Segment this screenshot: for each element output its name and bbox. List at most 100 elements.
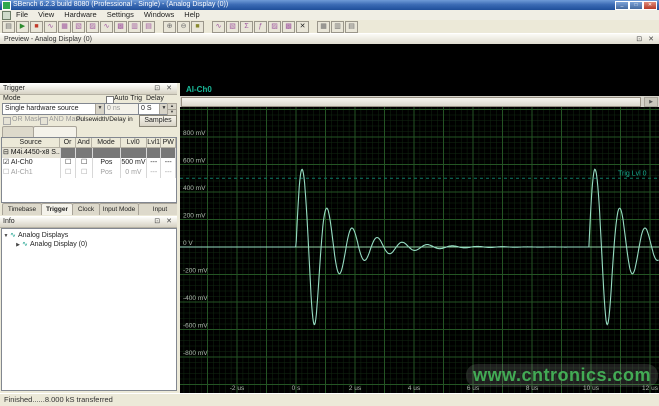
watermark: www.cntronics.com bbox=[466, 364, 658, 387]
function-icon[interactable]: ƒ bbox=[254, 21, 267, 33]
source-cell[interactable]: ☐ AI-Ch1 bbox=[2, 168, 61, 178]
new-file-icon[interactable]: ▤ bbox=[2, 21, 15, 33]
float-icon[interactable]: ⊡ bbox=[154, 85, 162, 92]
source-cell[interactable]: ☑ AI-Ch0 bbox=[2, 158, 61, 168]
tab-timebase[interactable]: Timebase bbox=[2, 203, 42, 215]
menu-item-view[interactable]: View bbox=[33, 10, 59, 20]
scrollbar-thumb[interactable] bbox=[181, 97, 641, 107]
tab-input-channels[interactable]: Input Channels bbox=[138, 203, 182, 215]
table-header-or: Or bbox=[60, 138, 76, 148]
x-tick-label: 0 s bbox=[292, 385, 301, 392]
y-tick-label: 0 V bbox=[183, 240, 193, 247]
tile-windows-icon[interactable]: ▦ bbox=[317, 21, 330, 33]
system-menu-icon[interactable] bbox=[2, 11, 11, 20]
spectrum-display-icon[interactable]: ▧ bbox=[72, 21, 85, 33]
trigger-mode-select[interactable]: Single hardware source ▼ bbox=[2, 103, 105, 115]
fft-icon[interactable]: ▧ bbox=[226, 21, 239, 33]
tree-item-analog-display-0[interactable]: ▶∿Analog Display (0) bbox=[2, 240, 176, 249]
report-display-icon[interactable]: ▤ bbox=[142, 21, 155, 33]
scrollbar-right-arrow[interactable]: ▶ bbox=[644, 97, 658, 107]
sum-analysis-icon[interactable]: Σ bbox=[240, 21, 253, 33]
stop-acquisition-icon[interactable]: ■ bbox=[30, 21, 43, 33]
lvl0-cell: 500 mV bbox=[121, 158, 147, 168]
zoom-in-icon[interactable]: ⊕ bbox=[163, 21, 176, 33]
group-cell bbox=[61, 148, 76, 158]
tab-input-mode[interactable]: Input Mode bbox=[99, 203, 139, 215]
close-icon[interactable]: ✕ bbox=[648, 36, 656, 43]
xy-display-icon[interactable]: ▨ bbox=[86, 21, 99, 33]
left-panel: Trigger ⊡ ✕ Mode Auto Trig Delay Single … bbox=[0, 83, 177, 393]
table-row[interactable]: ☑ AI-Ch0☐☐Pos500 mV------ bbox=[2, 158, 176, 168]
menu-item-windows[interactable]: Windows bbox=[139, 10, 179, 20]
close-button[interactable]: ✕ bbox=[643, 1, 657, 10]
waveform-chart: 800 mV600 mV400 mV200 mV0 V-200 mV-400 m… bbox=[180, 107, 659, 393]
lvl0-cell: 0 mV bbox=[121, 168, 147, 178]
delay-label: Delay bbox=[146, 95, 164, 102]
tree-item-analog-displays[interactable]: ▼∿Analog Displays bbox=[2, 231, 176, 240]
y-tick-label: -400 mV bbox=[183, 295, 208, 302]
y-tick-label: 200 mV bbox=[183, 213, 206, 220]
measure-icon[interactable]: ■ bbox=[191, 21, 204, 33]
group-cell bbox=[121, 148, 147, 158]
chevron-down-icon[interactable]: ▼ bbox=[95, 104, 104, 114]
table-display-icon[interactable]: ▥ bbox=[128, 21, 141, 33]
and-mask-checkbox[interactable] bbox=[40, 117, 48, 125]
table-header-lvl0: Lvl0 bbox=[121, 138, 147, 148]
trigger-level-label: Trig Lvl 0 bbox=[618, 170, 647, 177]
status-text: Finished......8.000 kS transferred bbox=[4, 394, 113, 406]
group-cell bbox=[93, 148, 121, 158]
histogram-display-icon[interactable]: ▩ bbox=[114, 21, 127, 33]
trigger-panel-title: Trigger bbox=[3, 84, 25, 94]
x-tick-label: 2 us bbox=[349, 385, 362, 392]
maximize-button[interactable]: □ bbox=[629, 1, 643, 10]
close-all-icon[interactable]: ✕ bbox=[296, 21, 309, 33]
trigger-panel-header: Trigger ⊡ ✕ bbox=[0, 83, 177, 95]
zoom-out-icon[interactable]: ⊖ bbox=[177, 21, 190, 33]
analog-display-icon[interactable]: ∿ bbox=[44, 21, 57, 33]
delay-samples-select[interactable]: 0 S ▼ bbox=[138, 103, 169, 115]
delay-samples-value: 0 S bbox=[141, 105, 152, 112]
waveform-plot[interactable]: 800 mV600 mV400 mV200 mV0 V-200 mV-400 m… bbox=[180, 107, 659, 393]
or-mask-checkbox[interactable] bbox=[3, 117, 11, 125]
float-icon[interactable]: ⊡ bbox=[154, 218, 162, 225]
menu-item-settings[interactable]: Settings bbox=[102, 10, 139, 20]
menu-item-hardware[interactable]: Hardware bbox=[59, 10, 102, 20]
start-acquisition-icon[interactable]: ▶ bbox=[16, 21, 29, 33]
float-icon[interactable]: ⊡ bbox=[636, 36, 644, 43]
trigger-channels-table: SourceOrAndModeLvl0Lvl1PW⊟ M4i.4450-x8 S… bbox=[1, 137, 177, 203]
close-icon[interactable]: ✕ bbox=[166, 218, 174, 225]
cascade-windows-icon[interactable]: ▥ bbox=[331, 21, 344, 33]
table-row[interactable]: ☐ AI-Ch1☐☐Pos0 mV------ bbox=[2, 168, 176, 178]
table-group-row[interactable]: ⊟ M4i.4450-x8 S... bbox=[2, 148, 176, 158]
delay-ns-field[interactable]: 0 ns bbox=[104, 103, 139, 115]
trigger-dock-icons[interactable]: ⊡ ✕ bbox=[154, 84, 174, 94]
expand-arrow-icon[interactable]: ▶ bbox=[14, 241, 22, 250]
chart-background bbox=[180, 107, 659, 393]
info-dock-icons[interactable]: ⊡ ✕ bbox=[154, 217, 174, 227]
or-checkbox[interactable]: ☐ bbox=[61, 168, 76, 178]
menu-item-help[interactable]: Help bbox=[179, 10, 204, 20]
or-checkbox[interactable]: ☐ bbox=[61, 158, 76, 168]
digital-display-icon[interactable]: ▦ bbox=[58, 21, 71, 33]
and-checkbox[interactable]: ☐ bbox=[76, 158, 92, 168]
auto-trig-label: Auto Trig bbox=[114, 95, 142, 102]
title-bar: SBench 6.2.3 build 8080 (Professional - … bbox=[0, 0, 659, 10]
channel-tab-ai-ch0[interactable]: AI-Ch0 bbox=[186, 85, 212, 94]
menu-item-file[interactable]: File bbox=[11, 10, 33, 20]
tab-clock[interactable]: Clock bbox=[72, 203, 100, 215]
layout-icon[interactable]: ▤ bbox=[345, 21, 358, 33]
close-icon[interactable]: ✕ bbox=[166, 85, 174, 92]
waterfall-display-icon[interactable]: ∿ bbox=[100, 21, 113, 33]
group-cell bbox=[161, 148, 176, 158]
filter-icon[interactable]: ▨ bbox=[268, 21, 281, 33]
minimize-button[interactable]: _ bbox=[615, 1, 629, 10]
y-tick-label: -800 mV bbox=[183, 350, 208, 357]
or-mask-label: OR Mask bbox=[12, 116, 41, 123]
samples-button[interactable]: Samples bbox=[139, 115, 177, 127]
tab-trigger[interactable]: Trigger bbox=[41, 203, 73, 215]
menu-items: FileViewHardwareSettingsWindowsHelp bbox=[11, 10, 205, 20]
table-header-pw: PW bbox=[161, 138, 176, 148]
annotate-icon[interactable]: ▩ bbox=[282, 21, 295, 33]
cursor-icon[interactable]: ∿ bbox=[212, 21, 225, 33]
and-checkbox[interactable]: ☐ bbox=[76, 168, 92, 178]
